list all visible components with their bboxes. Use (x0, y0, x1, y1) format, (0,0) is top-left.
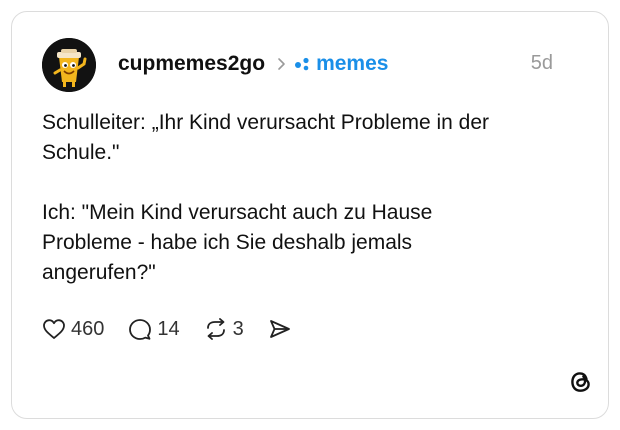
repost-button[interactable]: 3 (204, 318, 244, 341)
post-actions: 460 14 3 (42, 314, 316, 344)
comment-count: 14 (157, 317, 180, 340)
username-link[interactable]: cupmemes2go (118, 52, 265, 76)
like-count: 460 (71, 317, 105, 340)
comment-bubble-icon (129, 319, 152, 340)
community-label: memes (316, 52, 389, 75)
post-text-line: Probleme - habe ich Sie deshalb jemals (42, 231, 413, 254)
cup-mascot-icon (42, 38, 96, 92)
share-button[interactable] (268, 318, 292, 340)
community-link[interactable]: memes (294, 52, 388, 76)
post-text-line: Schule." (42, 141, 120, 164)
post-card: cupmemes2go memes 5d Schulleiter: „Ihr K… (11, 11, 609, 419)
threads-logo-icon[interactable] (569, 369, 593, 395)
post-text-line: angerufen?" (42, 261, 156, 284)
post-timestamp: 5d (530, 52, 553, 74)
post-body: Schulleiter: „Ihr Kind verursacht Proble… (42, 108, 562, 288)
community-dots-icon (294, 57, 310, 71)
like-button[interactable]: 460 (42, 318, 104, 341)
post-header: cupmemes2go memes (118, 50, 388, 78)
post-text-line: Schulleiter: „Ihr Kind verursacht Proble… (42, 111, 490, 134)
send-icon (269, 320, 290, 338)
repost-icon (206, 318, 225, 340)
repost-count: 3 (232, 317, 244, 340)
chevron-right-icon (277, 57, 286, 71)
heart-icon (43, 319, 65, 339)
post-text-line: Ich: "Mein Kind verursacht auch zu Hause (42, 201, 433, 224)
comment-button[interactable]: 14 (128, 317, 180, 341)
avatar[interactable] (42, 38, 96, 92)
